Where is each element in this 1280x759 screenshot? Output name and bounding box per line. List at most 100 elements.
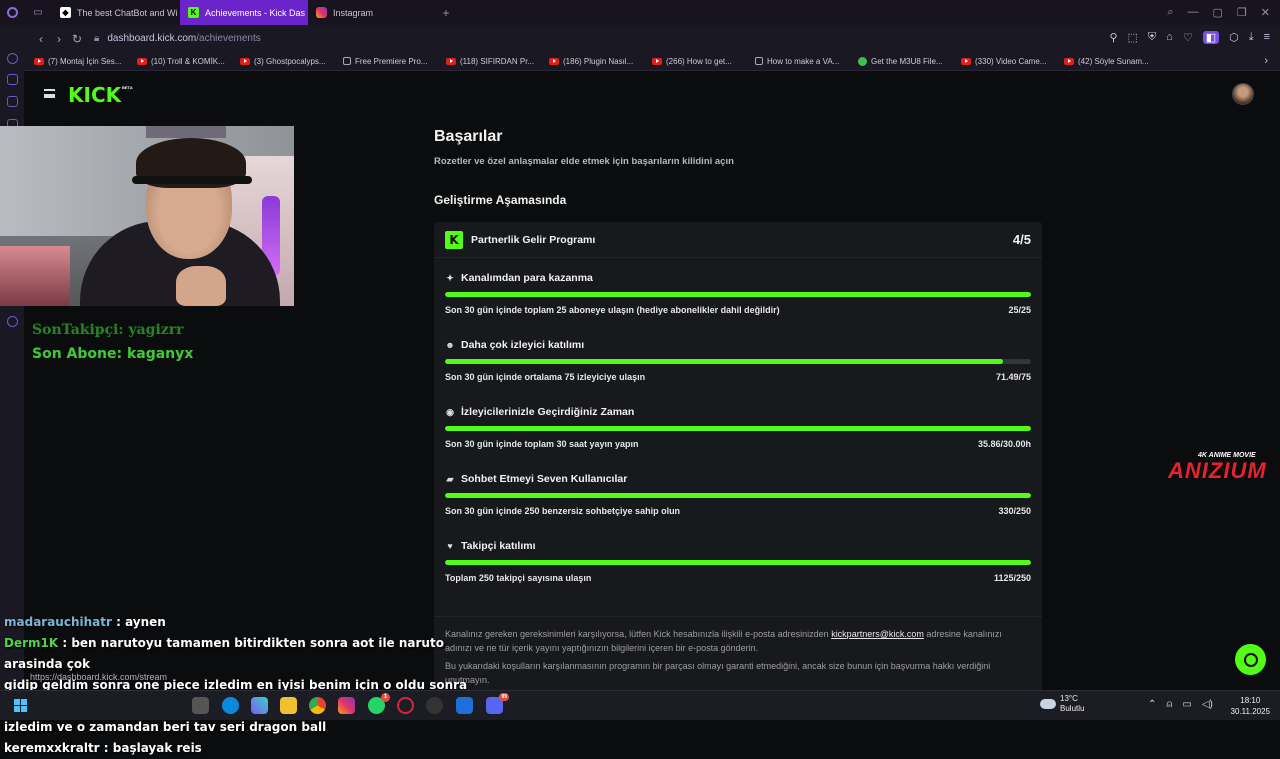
tab-label: Achievements - Kick Das bbox=[205, 7, 306, 18]
opera-logo-icon bbox=[6, 7, 18, 18]
opera-taskbar-icon[interactable] bbox=[397, 697, 414, 714]
goal-progress-bar bbox=[445, 560, 1031, 565]
user-avatar[interactable] bbox=[1232, 83, 1254, 105]
edge-icon[interactable] bbox=[222, 697, 239, 714]
broadcast-icon: ◉ bbox=[446, 406, 454, 417]
goal-item: ▰ Sohbet Etmeyi Seven Kullanıcılar Son 30 … bbox=[445, 473, 1031, 535]
tab-achievements[interactable]: K Achievements - Kick Das bbox=[180, 0, 308, 25]
instagram-taskbar-icon[interactable] bbox=[338, 697, 355, 714]
clock-date: 30.11.2025 bbox=[1230, 707, 1270, 716]
heart-outline-icon[interactable]: ♡ bbox=[1183, 31, 1193, 44]
windows-taskbar: 1 99 13°C Bulutlu ⌃ ⍝ ▭ ◁) 18:10 30.11.20… bbox=[0, 690, 1280, 720]
chrome-icon[interactable] bbox=[309, 697, 326, 714]
support-chat-button[interactable] bbox=[1235, 644, 1266, 675]
back-arrow-icon[interactable]: ‹ bbox=[32, 32, 50, 46]
achievements-page: Başarılar Rozetler ve özel anlaşmalar el… bbox=[434, 128, 1042, 702]
chat-username: Derm1K bbox=[4, 636, 59, 650]
url-field[interactable]: 🔒︎ dashboard.kick.com/achievements bbox=[94, 33, 261, 44]
network-icon[interactable]: ▭ bbox=[1182, 699, 1191, 710]
extension-icon[interactable]: ◧ bbox=[1202, 31, 1220, 44]
bookmarks-overflow-icon[interactable]: › bbox=[1264, 55, 1268, 67]
bookmark-item[interactable]: (10) Troll & KOMİK... bbox=[137, 57, 240, 66]
obs-icon[interactable] bbox=[426, 697, 443, 714]
folder-icon[interactable] bbox=[280, 697, 297, 714]
discord-badge: 99 bbox=[499, 693, 509, 701]
footer-text-1a: Kanalınız gereken gereksinimleri karşılı… bbox=[445, 629, 832, 639]
whatsapp-badge: 1 bbox=[381, 693, 390, 702]
webcam-overlay bbox=[0, 126, 294, 306]
volume-icon[interactable]: ◁) bbox=[1202, 699, 1213, 710]
last-follower-text: SonTakipçi: yagizrr bbox=[32, 322, 184, 338]
kick-logo[interactable]: KICK bbox=[68, 83, 121, 107]
bookmark-label: Free Premiere Pro... bbox=[355, 56, 428, 66]
cloud-icon bbox=[1040, 699, 1056, 709]
workspace-icon[interactable] bbox=[7, 74, 18, 85]
hamburger-menu-icon[interactable] bbox=[44, 89, 55, 98]
bookmark-item[interactable]: How to make a VA... bbox=[755, 57, 858, 66]
aria-icon[interactable] bbox=[7, 53, 18, 64]
goal-item: ◉ İzleyicilerinizle Geçirdiğiniz Zaman Son… bbox=[445, 406, 1031, 468]
windows-start-icon[interactable] bbox=[12, 697, 29, 714]
card-footer: Kanalınız gereken gereksinimleri karşılı… bbox=[434, 616, 1042, 697]
goal-title: Takipçi katılımı bbox=[461, 540, 536, 552]
close-icon[interactable]: ✕ bbox=[1261, 6, 1270, 19]
bookmark-item[interactable]: (266) How to get... bbox=[652, 57, 755, 66]
restore-icon[interactable]: ❐ bbox=[1237, 6, 1247, 19]
bookmark-item[interactable]: (186) Plugin Nasıl... bbox=[549, 57, 652, 66]
chat-message: keremxxkraltr : başlayak reis bbox=[4, 738, 484, 759]
opera-menu-button[interactable] bbox=[0, 0, 24, 25]
goal-header: ☻ Daha çok izleyici katılımı bbox=[445, 339, 584, 351]
puzzle-icon[interactable]: ⬡ bbox=[1229, 31, 1239, 44]
pin-icon[interactable]: ⚲ bbox=[1109, 31, 1117, 44]
steam-icon[interactable] bbox=[456, 697, 473, 714]
address-bar: ‹ › ↻ 🔒︎ dashboard.kick.com/achievements… bbox=[24, 25, 1280, 52]
discord-icon[interactable]: 99 bbox=[486, 693, 509, 714]
chat-message: izledim ve o zamandan beri tav seri drag… bbox=[4, 717, 484, 738]
screenshot-icon[interactable]: ⬚ bbox=[1128, 31, 1138, 44]
whatsapp-icon[interactable]: 1 bbox=[368, 693, 390, 714]
bookmark-item[interactable]: (7) Montaj İçin Ses... bbox=[34, 57, 137, 66]
snapshot-icon[interactable]: ▢ bbox=[1213, 6, 1223, 19]
file-explorer-icon[interactable] bbox=[192, 697, 209, 714]
tab-chatbot[interactable]: ◆ The best ChatBot and Wi bbox=[52, 0, 180, 25]
chevron-up-icon[interactable]: ⌃ bbox=[1148, 699, 1156, 710]
bookmark-icon[interactable]: ⌂ bbox=[1166, 31, 1173, 44]
menu-icon[interactable]: ≡ bbox=[1264, 31, 1270, 44]
goal-value: 71.49/75 bbox=[995, 372, 1031, 382]
clock[interactable]: 18:10 30.11.2025 bbox=[1231, 695, 1270, 717]
download-icon[interactable]: ⤓ bbox=[1249, 31, 1254, 44]
chat-bubble-icon: ▰ bbox=[446, 473, 454, 484]
forward-arrow-icon[interactable]: › bbox=[50, 32, 68, 46]
goal-title: Kanalımdan para kazanma bbox=[461, 272, 593, 284]
minimize-icon[interactable]: — bbox=[1188, 6, 1199, 19]
bookmark-item[interactable]: Free Premiere Pro... bbox=[343, 57, 446, 66]
bookmark-item[interactable]: Get the M3U8 File... bbox=[858, 56, 961, 66]
goal-header: ▰ Sohbet Etmeyi Seven Kullanıcılar bbox=[445, 473, 628, 485]
bookmark-item[interactable]: (118) SIFIRDAN Pr... bbox=[446, 57, 549, 66]
bookmark-item[interactable]: (330) Video Came... bbox=[961, 57, 1064, 66]
copilot-icon[interactable] bbox=[251, 697, 268, 714]
goal-title: Sohbet Etmeyi Seven Kullanıcılar bbox=[461, 473, 628, 485]
microphone-icon[interactable]: ⍝ bbox=[1166, 699, 1172, 710]
bookmark-item[interactable]: (42) Söyle Sunam... bbox=[1064, 57, 1167, 66]
new-tab-button[interactable]: + bbox=[436, 6, 456, 20]
browser-sidebar bbox=[0, 25, 24, 690]
email-link[interactable]: kickpartners@kick.com bbox=[831, 629, 924, 639]
messenger-icon[interactable] bbox=[7, 96, 18, 107]
extension-icons: ⚲ ⬚ ⛨ ⌂ ♡ ◧ ⬡ ⤓ ≡ bbox=[1109, 31, 1270, 44]
chat-username: keremxxkraltr bbox=[4, 741, 100, 755]
reload-icon[interactable]: ↻ bbox=[68, 32, 86, 46]
section-title: Geliştirme Aşamasında bbox=[434, 193, 567, 207]
tab-switcher-icon[interactable]: ▭ bbox=[24, 7, 52, 18]
shield-icon[interactable]: ⛨ bbox=[1148, 31, 1156, 44]
weather-widget[interactable]: 13°C Bulutlu bbox=[1040, 694, 1084, 714]
bookmark-label: (7) Montaj İçin Ses... bbox=[48, 56, 122, 66]
goal-progress-bar bbox=[445, 493, 1031, 498]
last-subscriber-text: Son Abone: kaganyx bbox=[32, 346, 194, 362]
settings-sidebar-icon[interactable] bbox=[7, 316, 18, 327]
watermark-main: ANIZIUM bbox=[1168, 458, 1267, 483]
search-icon[interactable]: ⌕ bbox=[1167, 6, 1173, 19]
bookmark-item[interactable]: (3) Ghostpocalyps... bbox=[240, 57, 343, 66]
weather-desc: Bulutlu bbox=[1060, 704, 1085, 713]
tab-instagram[interactable]: Instagram bbox=[308, 0, 436, 25]
